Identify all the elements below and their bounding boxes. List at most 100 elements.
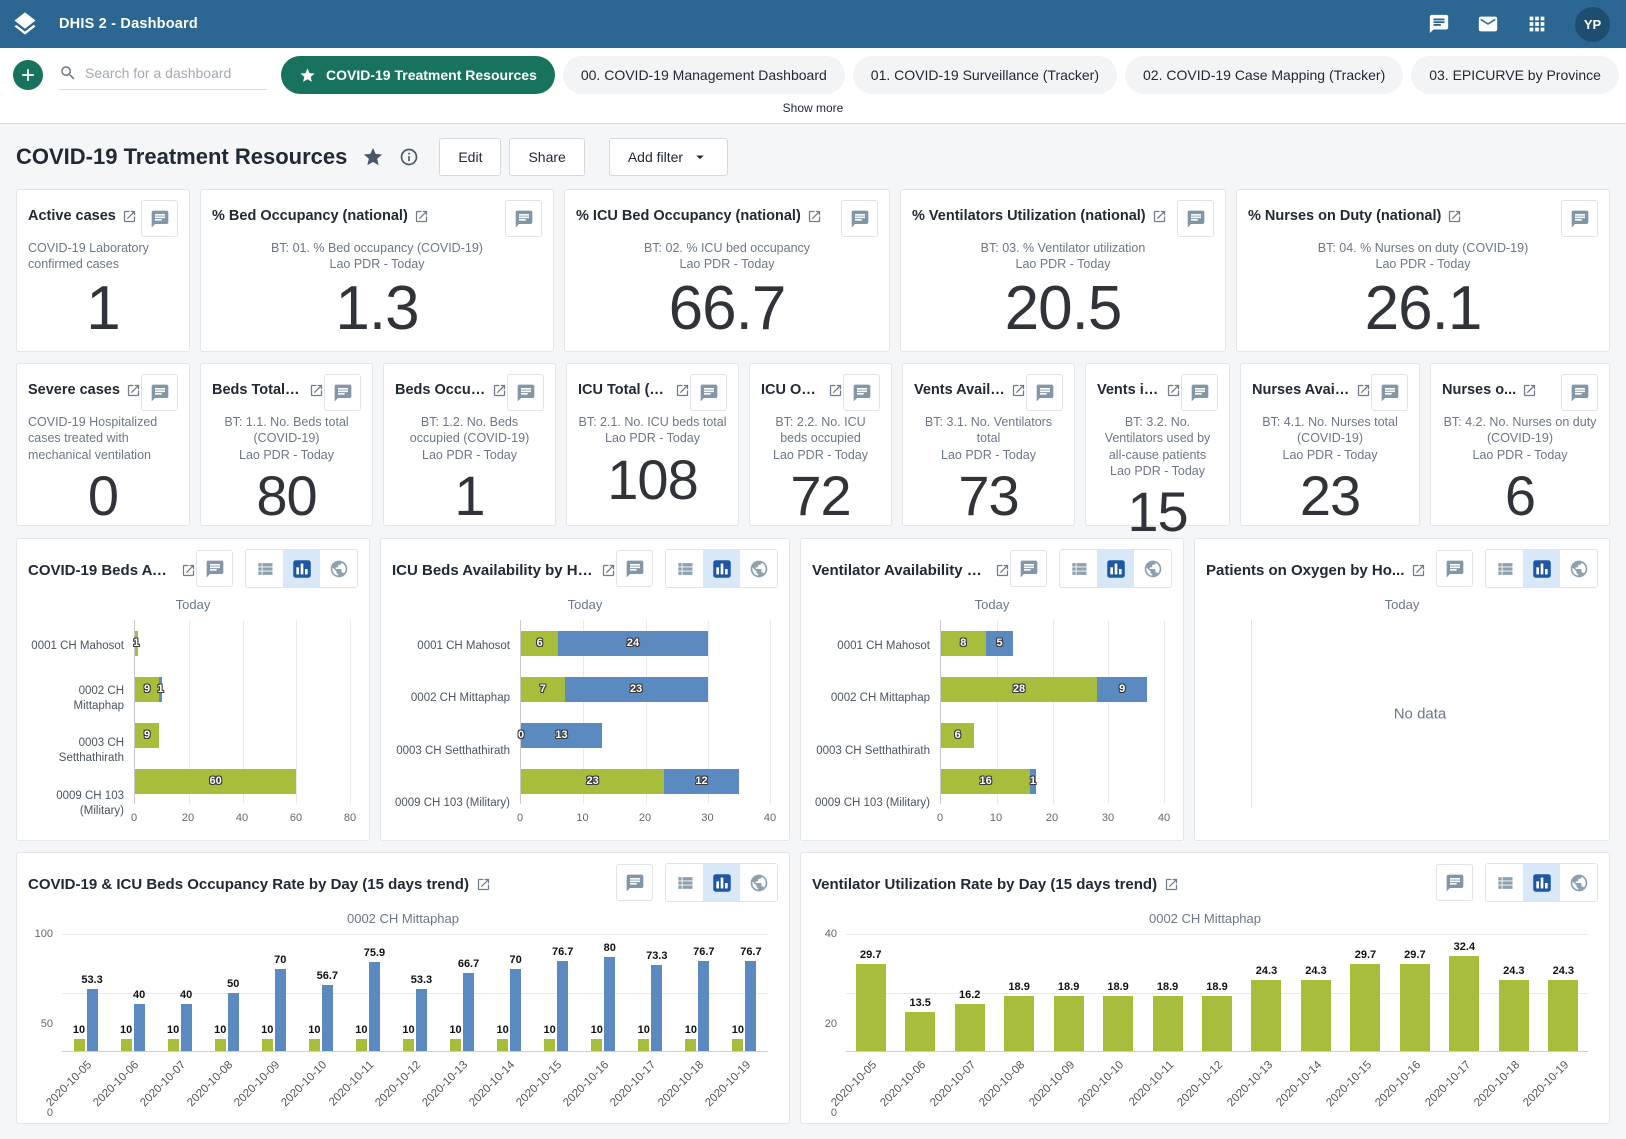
favorite-star-button[interactable] xyxy=(362,146,384,168)
open-in-app-button[interactable] xyxy=(1011,383,1026,398)
dashboard-chip[interactable]: COVID-19 Treatment Resources xyxy=(281,56,555,94)
bar-segment[interactable]: 9 xyxy=(135,723,159,748)
bar[interactable]: 29.7 xyxy=(1400,964,1430,1051)
bar[interactable]: 32.4 xyxy=(1449,956,1479,1051)
edit-button[interactable]: Edit xyxy=(439,138,501,176)
card-comments-button[interactable] xyxy=(141,374,178,411)
table-view-button[interactable] xyxy=(666,864,703,901)
bar[interactable]: 50 xyxy=(228,993,239,1052)
card-comments-button[interactable] xyxy=(1181,374,1218,411)
bar[interactable]: 18.9 xyxy=(1103,996,1133,1051)
bar-segment[interactable]: 8 xyxy=(941,631,986,656)
chart-comments-button[interactable] xyxy=(1436,550,1473,587)
bar-segment[interactable]: 6 xyxy=(521,631,558,656)
bar[interactable]: 24.3 xyxy=(1251,980,1281,1051)
messages-button[interactable] xyxy=(1428,13,1450,35)
card-comments-button[interactable] xyxy=(1177,200,1214,237)
card-comments-button[interactable] xyxy=(1561,200,1598,237)
bar-segment[interactable]: 12 xyxy=(664,769,739,794)
bar[interactable]: 13.5 xyxy=(905,1012,935,1051)
bar-segment[interactable]: 60 xyxy=(135,769,296,794)
bar-segment[interactable]: 28 xyxy=(941,677,1097,702)
chart-view-button[interactable] xyxy=(1523,550,1560,587)
open-in-app-button[interactable] xyxy=(1411,563,1426,578)
map-view-button[interactable] xyxy=(740,550,777,587)
open-in-app-button[interactable] xyxy=(181,563,196,578)
bar[interactable]: 29.7 xyxy=(1350,964,1380,1051)
new-dashboard-button[interactable] xyxy=(13,60,43,90)
table-view-button[interactable] xyxy=(1486,864,1523,901)
map-view-button[interactable] xyxy=(740,864,777,901)
card-comments-button[interactable] xyxy=(843,374,880,411)
open-in-app-button[interactable] xyxy=(995,563,1010,578)
bar[interactable]: 10 xyxy=(732,1039,743,1051)
bar-segment[interactable]: 9 xyxy=(1097,677,1147,702)
bar-segment[interactable]: 23 xyxy=(565,677,708,702)
chart-view-button[interactable] xyxy=(703,864,740,901)
card-comments-button[interactable] xyxy=(141,200,178,237)
add-filter-button[interactable]: Add filter xyxy=(609,138,728,176)
info-button[interactable] xyxy=(399,147,419,167)
bar-segment[interactable]: 23 xyxy=(521,769,664,794)
card-comments-button[interactable] xyxy=(841,200,878,237)
dashboard-chip[interactable]: 01. COVID-19 Surveillance (Tracker) xyxy=(853,56,1117,94)
chart-comments-button[interactable] xyxy=(1436,864,1473,901)
bar[interactable]: 10 xyxy=(74,1039,85,1051)
bar[interactable]: 10 xyxy=(121,1039,132,1051)
map-view-button[interactable] xyxy=(1560,550,1597,587)
bar[interactable]: 10 xyxy=(685,1039,696,1051)
table-view-button[interactable] xyxy=(246,550,283,587)
bar[interactable]: 76.7 xyxy=(557,961,568,1051)
open-in-app-button[interactable] xyxy=(309,383,324,398)
open-in-app-button[interactable] xyxy=(828,383,843,398)
bar[interactable]: 24.3 xyxy=(1301,980,1331,1051)
bar[interactable]: 75.9 xyxy=(369,962,380,1051)
bar-segment[interactable]: 9 xyxy=(135,677,159,702)
card-comments-button[interactable] xyxy=(505,200,542,237)
bar[interactable]: 10 xyxy=(168,1039,179,1051)
bar[interactable]: 73.3 xyxy=(651,965,662,1051)
card-comments-button[interactable] xyxy=(690,374,727,411)
apps-menu-button[interactable] xyxy=(1526,13,1548,35)
bar[interactable]: 40 xyxy=(181,1004,192,1051)
bar[interactable]: 10 xyxy=(591,1039,602,1051)
bar-segment[interactable]: 1 xyxy=(1030,769,1036,794)
map-view-button[interactable] xyxy=(1560,864,1597,901)
bar[interactable]: 16.2 xyxy=(955,1004,985,1051)
card-comments-button[interactable] xyxy=(1561,374,1598,411)
bar[interactable]: 18.9 xyxy=(1004,996,1034,1051)
chart-comments-button[interactable] xyxy=(616,864,653,901)
bar[interactable]: 53.3 xyxy=(87,989,98,1051)
bar[interactable]: 70 xyxy=(510,969,521,1051)
open-in-app-button[interactable] xyxy=(1447,209,1462,224)
bar[interactable]: 53.3 xyxy=(416,989,427,1051)
dashboard-chip[interactable]: 02. COVID-19 Case Mapping (Tracker) xyxy=(1125,56,1403,94)
bar[interactable]: 10 xyxy=(356,1039,367,1051)
bar[interactable]: 29.7 xyxy=(856,964,886,1051)
card-comments-button[interactable] xyxy=(507,374,544,411)
bar[interactable]: 70 xyxy=(275,969,286,1051)
open-in-app-button[interactable] xyxy=(1152,209,1167,224)
open-in-app-button[interactable] xyxy=(1522,383,1537,398)
dashboard-chip[interactable]: 00. COVID-19 Management Dashboard xyxy=(563,56,845,94)
map-view-button[interactable] xyxy=(1134,550,1171,587)
share-button[interactable]: Share xyxy=(509,138,584,176)
bar[interactable]: 10 xyxy=(309,1039,320,1051)
bar-segment[interactable]: 6 xyxy=(941,723,974,748)
bar[interactable]: 76.7 xyxy=(698,961,709,1051)
bar-segment[interactable]: 16 xyxy=(941,769,1030,794)
bar-segment[interactable]: 13 xyxy=(521,723,602,748)
open-in-app-button[interactable] xyxy=(1166,383,1181,398)
bar[interactable]: 66.7 xyxy=(463,973,474,1051)
open-in-app-button[interactable] xyxy=(492,383,507,398)
open-in-app-button[interactable] xyxy=(414,209,429,224)
card-comments-button[interactable] xyxy=(1371,374,1408,411)
chart-view-button[interactable] xyxy=(283,550,320,587)
chart-view-button[interactable] xyxy=(1097,550,1134,587)
bar[interactable]: 24.3 xyxy=(1499,980,1529,1051)
bar[interactable]: 40 xyxy=(134,1004,145,1051)
bar[interactable]: 76.7 xyxy=(745,961,756,1051)
map-view-button[interactable] xyxy=(320,550,357,587)
open-in-app-button[interactable] xyxy=(476,877,491,892)
bar[interactable]: 56.7 xyxy=(322,985,333,1051)
